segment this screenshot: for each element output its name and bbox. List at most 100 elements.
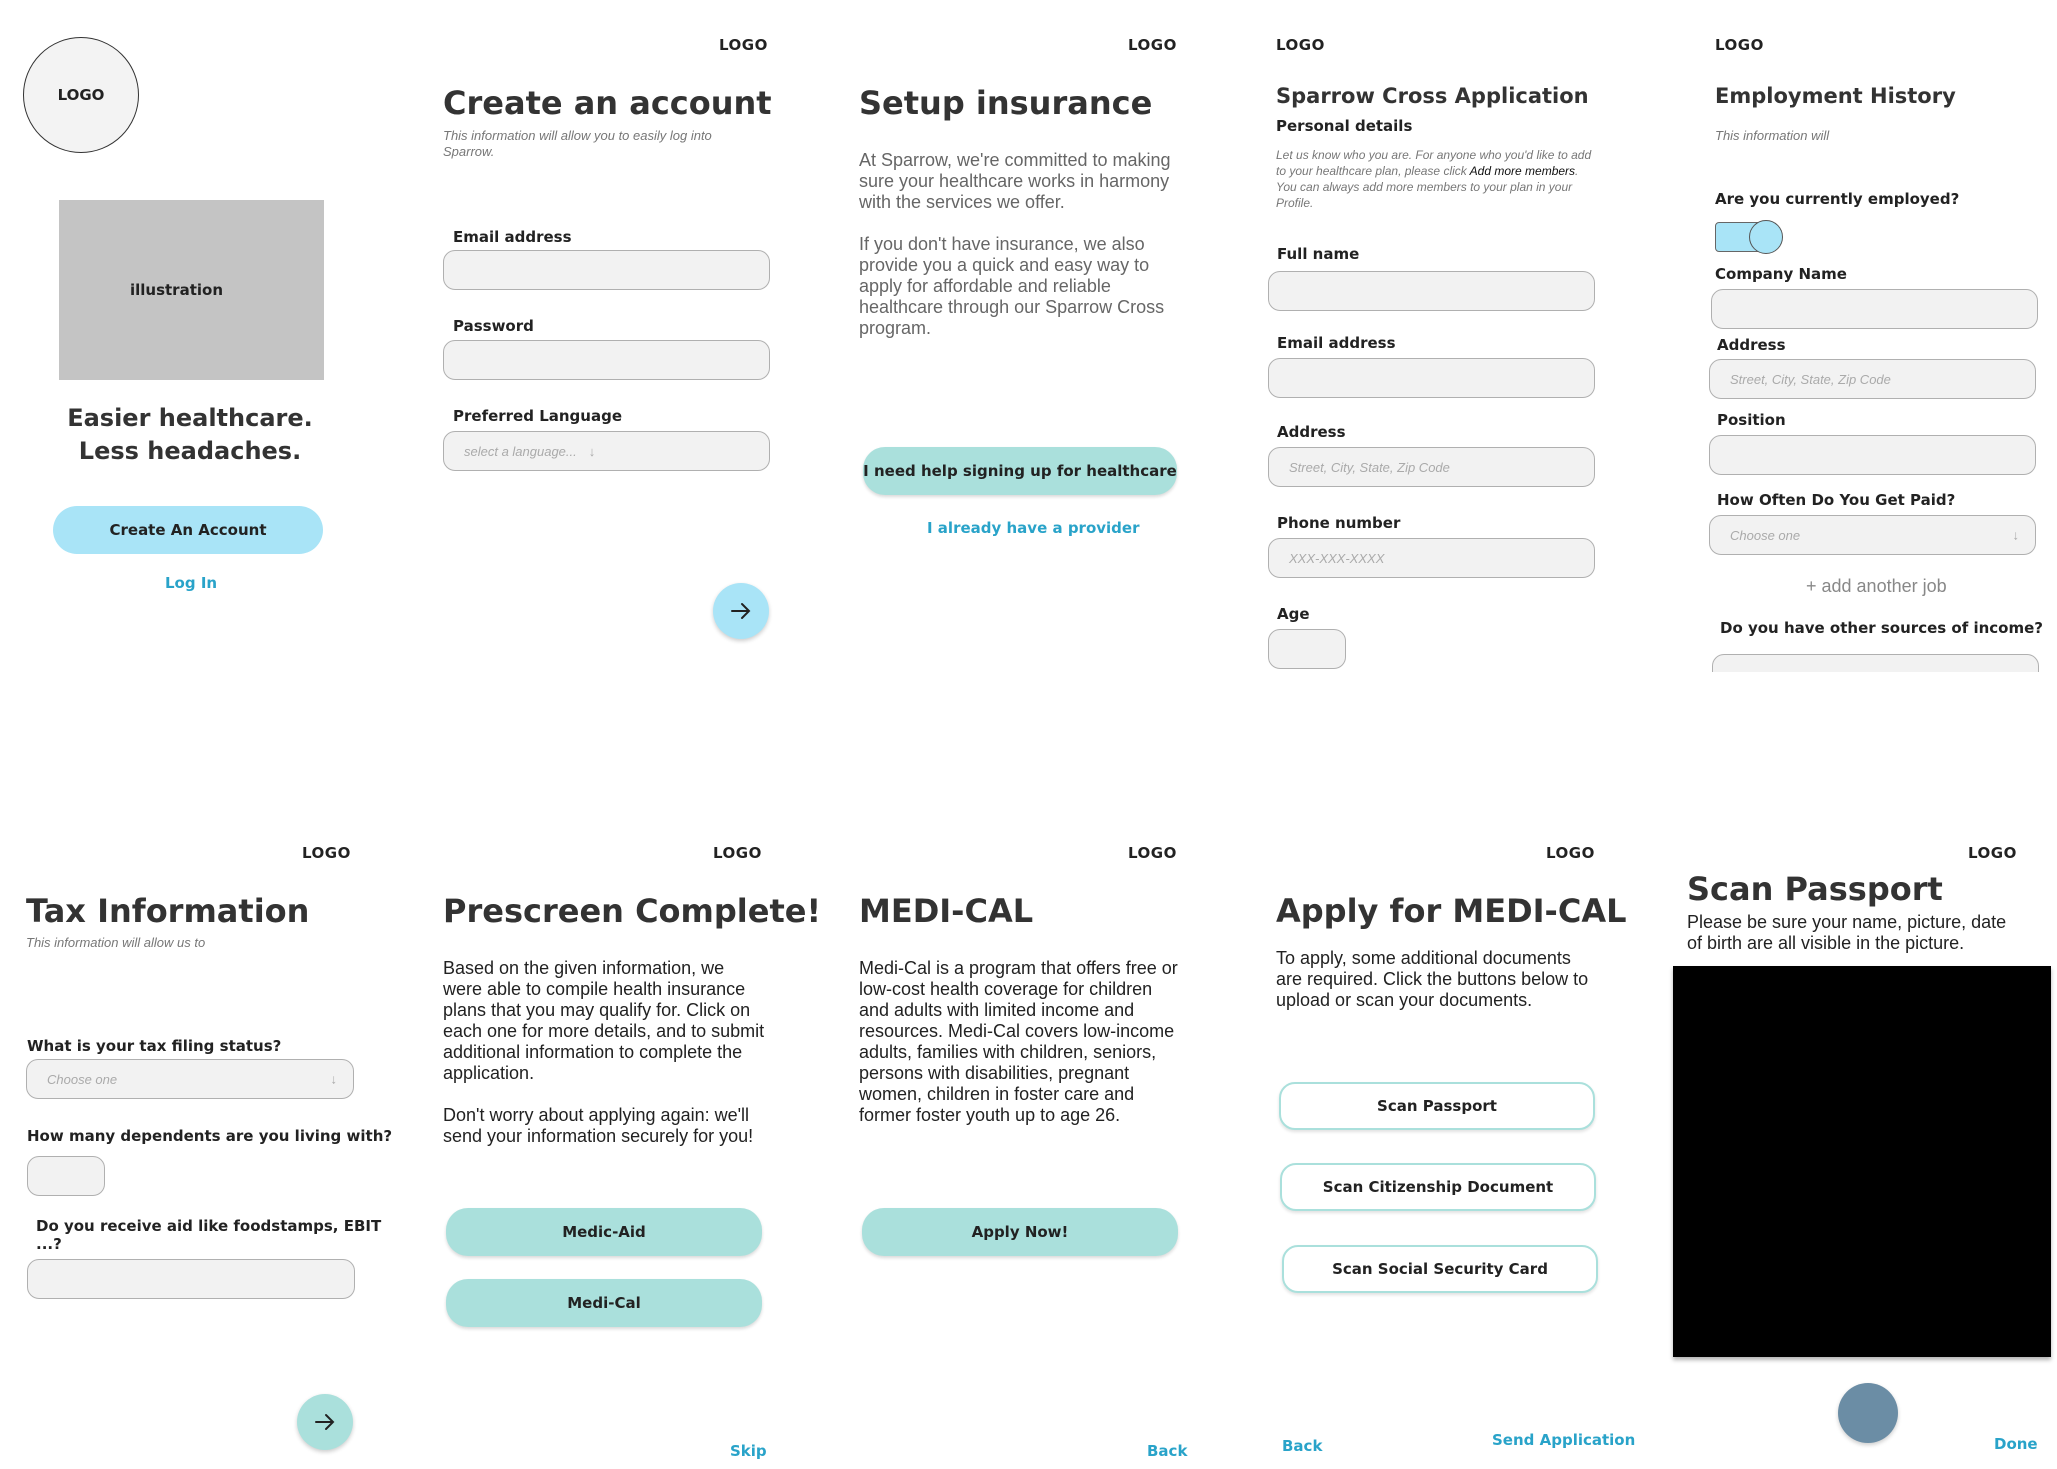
- address-placeholder: Street, City, State, Zip Code: [1289, 459, 1450, 475]
- intro-text: Let us know who you are. For anyone who …: [1276, 147, 1592, 211]
- reassurance-paragraph: Don't worry about applying again: we'll …: [443, 1105, 754, 1146]
- headline: Easier healthcare. Less headaches.: [40, 402, 340, 468]
- address-field[interactable]: Street, City, State, Zip Code: [1709, 359, 2036, 399]
- next-button[interactable]: [713, 583, 769, 639]
- skip-link[interactable]: Skip: [730, 1442, 767, 1460]
- medi-cal-description: Medi-Cal is a program that offers free o…: [859, 958, 1178, 1125]
- aid-label: Do you receive aid like foodstamps, EBIT…: [36, 1217, 381, 1253]
- page-title: Scan Passport: [1687, 870, 1943, 908]
- position-field[interactable]: [1709, 435, 2036, 475]
- results-paragraph: Based on the given information, we were …: [443, 958, 765, 1083]
- scan-citizenship-button[interactable]: Scan Citizenship Document: [1280, 1163, 1596, 1211]
- aid-label-line-1: Do you receive aid like foodstamps, EBIT: [36, 1217, 382, 1235]
- add-members-link[interactable]: Add more members: [1470, 164, 1575, 178]
- send-application-link[interactable]: Send Application: [1492, 1431, 1635, 1449]
- add-another-job-link[interactable]: + add another job: [1806, 576, 1947, 597]
- logo: LOGO: [57, 86, 105, 104]
- language-select[interactable]: select a language... ↓: [443, 431, 770, 471]
- other-income-field-clip: [1700, 648, 2045, 672]
- address-label: Address: [1717, 336, 1786, 354]
- pay-frequency-label: How Often Do You Get Paid?: [1717, 491, 1956, 509]
- password-label: Password: [453, 317, 534, 335]
- phone-label: Phone number: [1277, 514, 1401, 532]
- page-title: Create an account: [443, 84, 772, 122]
- instructions-paragraph: Please be sure your name, picture, date …: [1687, 912, 2007, 953]
- login-link[interactable]: Log In: [165, 574, 217, 592]
- next-button[interactable]: [297, 1394, 353, 1450]
- page-title: Tax Information: [26, 892, 310, 930]
- instructions-paragraph: To apply, some additional documents are …: [1276, 948, 1589, 1010]
- page-subtitle: This information will allow you to easil…: [443, 128, 712, 159]
- chevron-down-icon: ↓: [2012, 527, 2020, 543]
- employed-toggle[interactable]: [1715, 220, 1785, 254]
- scan-social-security-button[interactable]: Scan Social Security Card: [1282, 1245, 1598, 1293]
- filing-status-select[interactable]: Choose one ↓: [26, 1059, 354, 1099]
- pay-frequency-select[interactable]: Choose one ↓: [1709, 515, 2036, 555]
- intro-paragraph-2: If you don't have insurance, we also pro…: [859, 234, 1165, 338]
- page-title: MEDI-CAL: [859, 892, 1034, 930]
- aid-label-line-2: ...?: [36, 1235, 62, 1253]
- dependents-label: How many dependents are you living with?: [27, 1127, 393, 1145]
- back-link[interactable]: Back: [1147, 1442, 1187, 1460]
- email-field[interactable]: [443, 250, 770, 290]
- plan-medic-aid-button[interactable]: Medic-Aid: [446, 1208, 762, 1256]
- dependents-field[interactable]: [27, 1156, 105, 1196]
- position-label: Position: [1717, 411, 1786, 429]
- back-link[interactable]: Back: [1282, 1437, 1322, 1455]
- aid-field[interactable]: [27, 1259, 355, 1299]
- other-income-question: Do you have other sources of income?: [1720, 619, 2043, 637]
- address-label: Address: [1277, 423, 1346, 441]
- page-subtitle: This information will allow us to: [26, 935, 206, 950]
- help-signup-button[interactable]: I need help signing up for healthcare: [863, 447, 1177, 495]
- intro-paragraph-1: At Sparrow, we're committed to making su…: [859, 150, 1171, 212]
- page-title: Prescreen Complete!: [443, 892, 822, 930]
- done-link[interactable]: Done: [1994, 1435, 2038, 1453]
- pay-frequency-placeholder: Choose one: [1730, 527, 1801, 543]
- page-title: Sparrow Cross Application: [1276, 84, 1589, 108]
- logo: LOGO: [1968, 844, 2017, 862]
- employed-question: Are you currently employed?: [1715, 190, 1960, 208]
- email-label: Email address: [453, 228, 572, 246]
- logo: LOGO: [1128, 36, 1177, 54]
- toggle-knob: [1749, 220, 1783, 254]
- company-field[interactable]: [1711, 289, 2038, 329]
- logo: LOGO: [302, 844, 351, 862]
- phone-field[interactable]: XXX-XXX-XXXX: [1268, 538, 1595, 578]
- logo: LOGO: [1546, 844, 1595, 862]
- arrow-right-icon: [315, 1414, 335, 1430]
- filing-status-label: What is your tax filing status?: [27, 1037, 282, 1055]
- page-title: Setup insurance: [859, 84, 1153, 122]
- page-title: Employment History: [1715, 84, 1956, 108]
- create-account-button[interactable]: Create An Account: [53, 506, 323, 554]
- language-label: Preferred Language: [453, 407, 622, 425]
- logo-circle: LOGO: [23, 37, 139, 153]
- page-subtitle: This information will: [1715, 128, 1830, 143]
- section-heading: Personal details: [1276, 117, 1413, 135]
- age-field[interactable]: [1268, 629, 1346, 669]
- phone-placeholder: XXX-XXX-XXXX: [1289, 550, 1385, 566]
- age-label: Age: [1277, 605, 1310, 623]
- camera-viewfinder: [1673, 966, 2051, 1357]
- already-have-provider-link[interactable]: I already have a provider: [927, 519, 1139, 537]
- plan-medi-cal-button[interactable]: Medi-Cal: [446, 1279, 762, 1327]
- page-title: Apply for MEDI-CAL: [1276, 892, 1627, 930]
- illustration-label: illustration: [129, 281, 224, 299]
- full-name-label: Full name: [1277, 245, 1360, 263]
- chevron-down-icon: ↓: [330, 1071, 338, 1087]
- full-name-field[interactable]: [1268, 271, 1595, 311]
- scan-passport-button[interactable]: Scan Passport: [1279, 1082, 1595, 1130]
- email-field[interactable]: [1268, 358, 1595, 398]
- headline-line-1: Easier healthcare.: [67, 404, 313, 432]
- address-field[interactable]: Street, City, State, Zip Code: [1268, 447, 1595, 487]
- arrow-right-icon: [731, 603, 751, 619]
- language-placeholder: select a language...: [464, 443, 577, 459]
- headline-line-2: Less headaches.: [78, 437, 302, 465]
- illustration-placeholder: illustration: [59, 200, 324, 380]
- email-label: Email address: [1277, 334, 1396, 352]
- logo: LOGO: [1715, 36, 1764, 54]
- password-field[interactable]: [443, 340, 770, 380]
- other-income-field[interactable]: [1712, 654, 2039, 672]
- apply-now-button[interactable]: Apply Now!: [862, 1208, 1178, 1256]
- company-label: Company Name: [1715, 265, 1847, 283]
- capture-button[interactable]: [1838, 1383, 1898, 1443]
